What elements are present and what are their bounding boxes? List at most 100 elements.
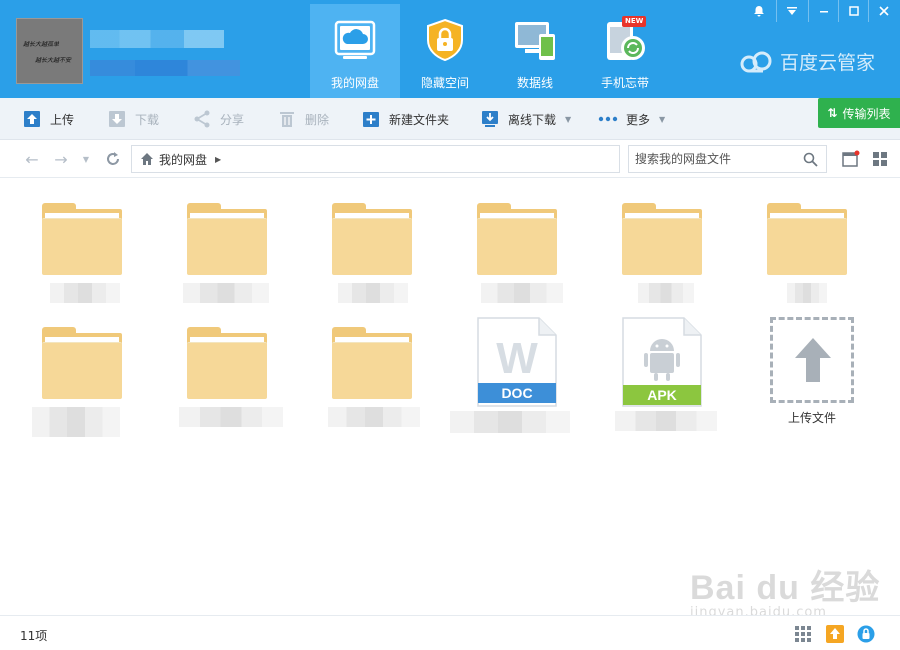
folder-icon [477, 203, 557, 275]
file-name-blurred [787, 283, 827, 303]
folder-item[interactable] [755, 203, 885, 313]
transfer-list-button[interactable]: ⇅ 传输列表 [818, 98, 900, 128]
folder-item[interactable] [465, 203, 595, 313]
more-label: 更多 [626, 112, 651, 127]
svg-text:W: W [496, 334, 538, 383]
share-button[interactable]: 分享 [192, 98, 244, 140]
avatar-text-line1: 越长大越孤单 [23, 41, 60, 48]
toolbar: 上传 下载 分享 删除 新建文件夹 离线下载 ▼ 更多 ▼ [0, 98, 900, 140]
folder-icon [42, 327, 122, 399]
tab-data-cable[interactable]: 数据线 [490, 4, 580, 98]
breadcrumb[interactable]: 我的网盘 ▶ [131, 145, 620, 173]
share-label: 分享 [220, 112, 245, 127]
folder-icon [332, 203, 412, 275]
folder-item[interactable] [320, 327, 450, 437]
file-name-blurred [481, 283, 563, 303]
item-count: 11项 [20, 629, 48, 643]
search-icon[interactable] [803, 152, 818, 167]
folder-icon [332, 327, 412, 399]
baidu-cloud-logo-icon [740, 51, 772, 72]
chevron-down-icon: ▼ [659, 114, 666, 124]
android-apk-icon: APK [622, 317, 702, 407]
watermark-logo: Bai du 经验 [690, 569, 881, 607]
close-icon[interactable] [868, 0, 898, 22]
address-bar: ← → ▼ 我的网盘 ▶ [0, 140, 900, 178]
more-dots-icon [598, 116, 618, 122]
upload-arrow-icon [795, 338, 831, 382]
file-name-blurred [638, 283, 694, 303]
maximize-icon[interactable] [838, 0, 868, 22]
minimize-icon[interactable] [808, 0, 838, 22]
svg-text:APK: APK [647, 387, 677, 403]
new-folder-label: 新建文件夹 [389, 112, 450, 127]
watermark: Bai du 经验 jingyan.baidu.com [690, 560, 880, 620]
search-box [628, 145, 827, 173]
grid-view-icon[interactable] [871, 150, 889, 168]
transfer-list-label: 传输列表 [842, 106, 891, 121]
lock-shield-icon [427, 18, 463, 62]
new-folder-button[interactable]: 新建文件夹 [361, 98, 449, 140]
file-name-blurred [50, 283, 120, 303]
username-blurred [90, 30, 224, 48]
file-name-blurred [183, 283, 269, 303]
file-name-blurred [338, 283, 408, 303]
offline-download-icon [482, 111, 498, 127]
upload-status-icon[interactable] [826, 625, 844, 643]
file-grid: W DOC APK 上传文件 [0, 179, 900, 615]
breadcrumb-arrow-icon[interactable]: ▶ [215, 155, 221, 164]
download-icon [109, 111, 125, 127]
delete-button[interactable]: 删除 [277, 98, 329, 140]
preview-panel-icon[interactable] [842, 150, 860, 168]
file-name-blurred [328, 407, 420, 427]
history-dropdown-icon[interactable]: ▼ [76, 149, 96, 169]
chevron-down-icon: ▼ [565, 114, 572, 124]
folder-icon [622, 203, 702, 275]
upload-label: 上传 [50, 112, 75, 127]
back-arrow-icon[interactable]: ← [22, 149, 42, 169]
upload-dropzone [770, 317, 854, 403]
tab-my-drive[interactable]: 我的网盘 [310, 4, 400, 98]
folder-item[interactable] [30, 327, 160, 437]
security-lock-icon[interactable] [857, 625, 875, 643]
file-name-blurred [179, 407, 283, 427]
avatar[interactable]: 越长大越孤单 越长大越不安 [16, 18, 83, 84]
folder-item[interactable] [320, 203, 450, 313]
account-info-blurred [90, 60, 240, 76]
apk-file-item[interactable]: APK [605, 317, 735, 431]
trash-icon [280, 112, 294, 127]
tab-label: 手机忘带 [600, 76, 649, 90]
more-button[interactable]: 更多 ▼ [598, 98, 665, 140]
refresh-icon[interactable] [103, 149, 123, 169]
download-button[interactable]: 下载 [107, 98, 159, 140]
upload-button[interactable]: 上传 [22, 98, 74, 140]
tab-hidden-space[interactable]: 隐藏空间 [400, 4, 490, 98]
devices-icon [515, 22, 555, 60]
app-header: 越长大越孤单 越长大越不安 我的网盘 隐藏空间 数据线 NEW 手机忘带 百度云… [0, 0, 900, 98]
folder-item[interactable] [175, 203, 305, 313]
search-input[interactable] [635, 152, 795, 166]
folder-icon [187, 203, 267, 275]
avatar-text-line2: 越长大越不安 [35, 57, 72, 64]
tab-phone-forgot[interactable]: NEW 手机忘带 [580, 4, 670, 98]
folder-item[interactable] [175, 327, 305, 437]
offline-download-button[interactable]: 离线下载 ▼ [480, 98, 571, 140]
upload-file-tile[interactable]: 上传文件 [758, 317, 888, 427]
upload-icon [24, 111, 40, 127]
delete-label: 删除 [305, 112, 330, 127]
file-name-blurred [32, 407, 120, 437]
doc-file-item[interactable]: W DOC [450, 317, 590, 433]
breadcrumb-current[interactable]: 我的网盘 [159, 151, 207, 168]
forward-arrow-icon[interactable]: → [51, 149, 71, 169]
notification-bell-icon[interactable] [744, 0, 774, 22]
status-bar: 11项 [0, 615, 900, 650]
folder-item[interactable] [610, 203, 740, 313]
apps-grid-icon[interactable] [794, 625, 812, 643]
home-icon [141, 153, 153, 165]
cloud-drive-icon [334, 20, 376, 59]
folder-item[interactable] [30, 203, 160, 313]
tab-label: 隐藏空间 [420, 76, 469, 90]
app-brand: 百度云管家 [740, 48, 875, 75]
menu-dropdown-icon[interactable] [776, 0, 806, 22]
brand-name: 百度云管家 [780, 52, 876, 74]
new-badge: NEW [622, 16, 647, 27]
